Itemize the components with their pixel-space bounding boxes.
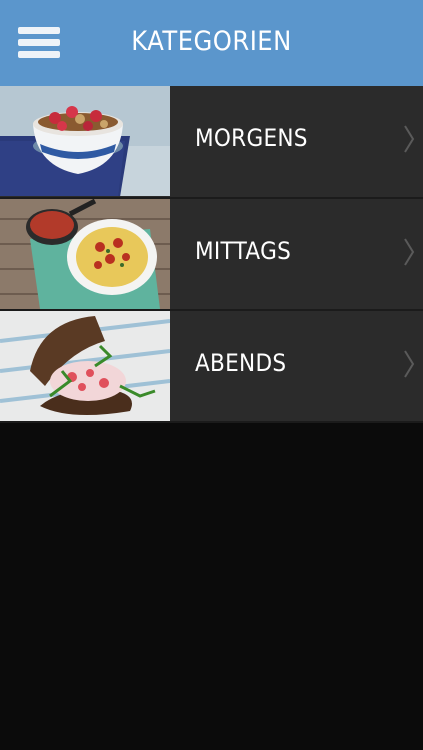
page-title: KATEGORIEN [131, 26, 292, 57]
dinner-image [0, 311, 170, 421]
lunch-image [0, 199, 170, 309]
category-label: MITTAGS [195, 237, 292, 265]
category-row-mittags[interactable]: MITTAGS [0, 199, 423, 311]
category-label: ABENDS [195, 349, 287, 377]
category-row-morgens[interactable]: MORGENS [0, 86, 423, 199]
breakfast-image [0, 86, 170, 196]
app-header: KATEGORIEN [0, 0, 423, 86]
category-list: MORGENS MITTAGS ABENDS [0, 86, 423, 423]
chevron-right-icon [404, 238, 415, 266]
chevron-right-icon [404, 350, 415, 378]
chevron-right-icon [404, 125, 415, 153]
category-label: MORGENS [195, 124, 308, 152]
category-row-abends[interactable]: ABENDS [0, 311, 423, 423]
